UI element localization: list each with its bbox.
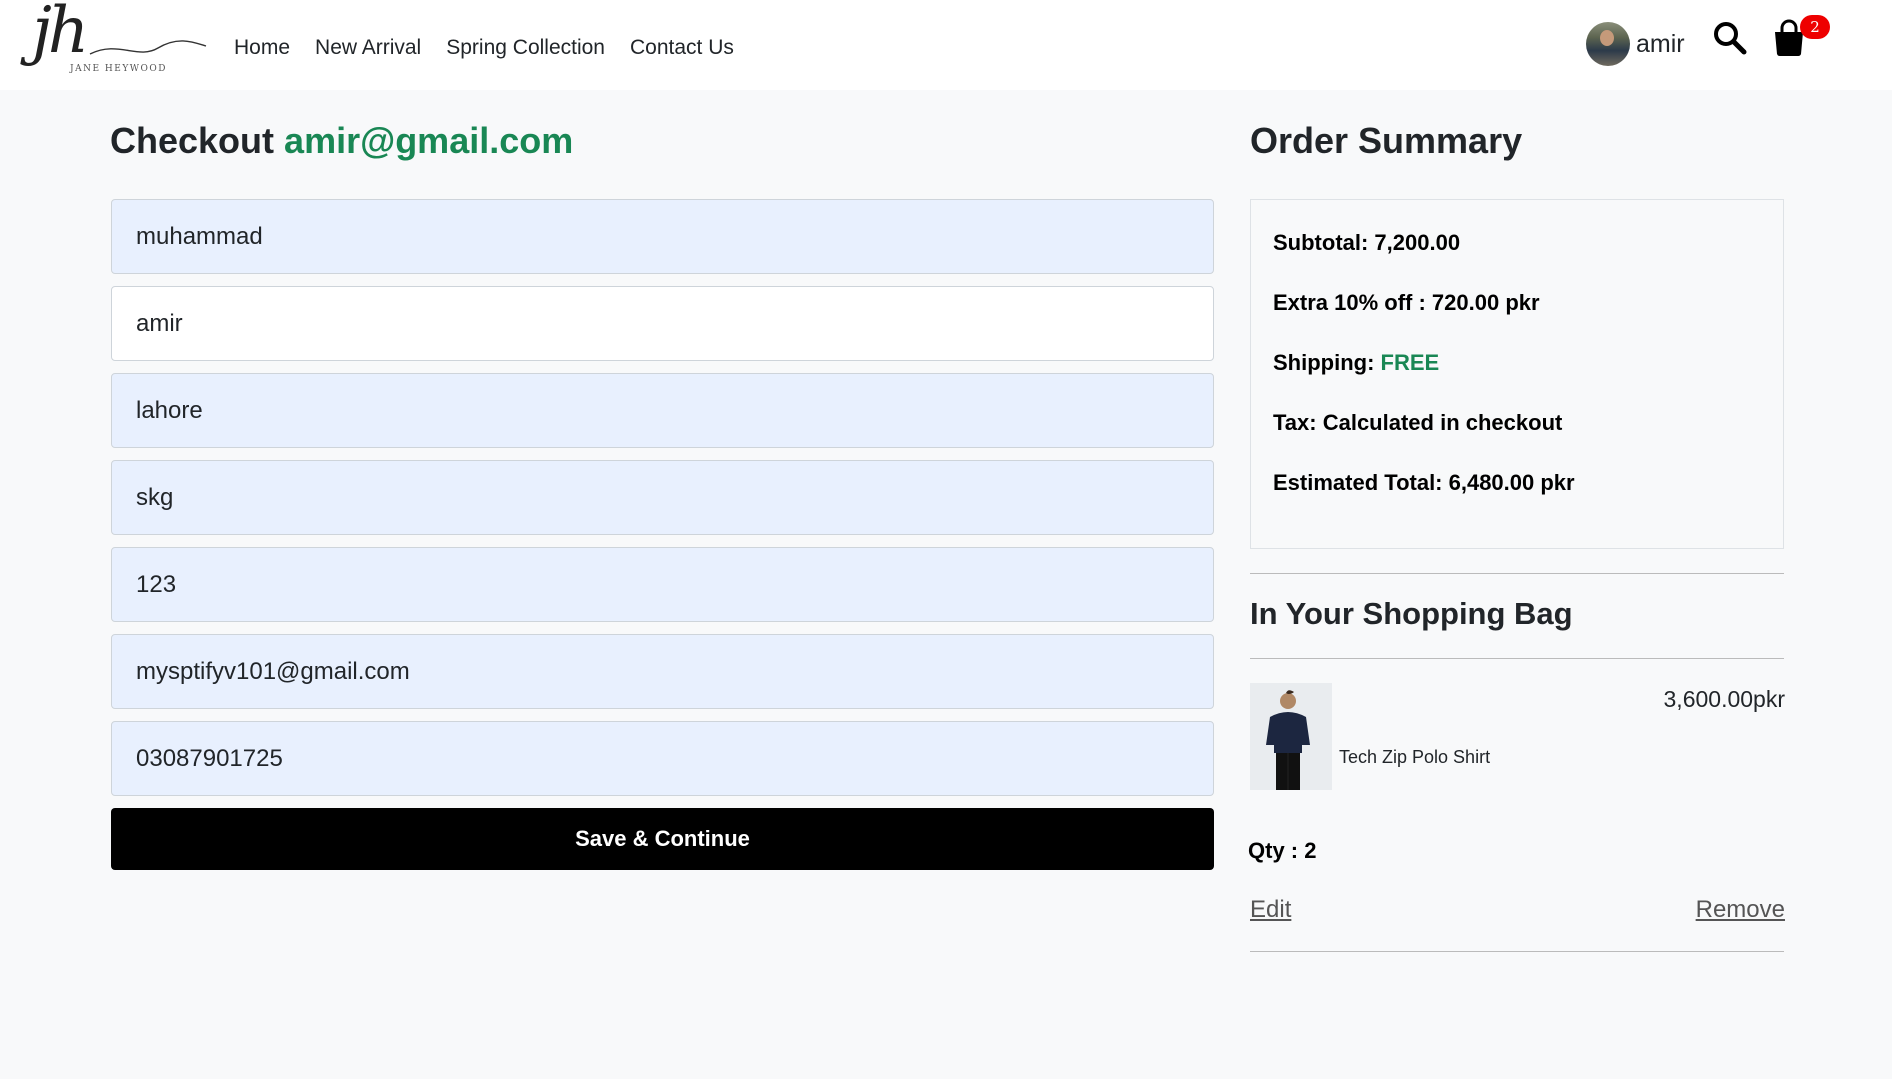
main-nav: Home New Arrival Spring Collection Conta… — [234, 36, 759, 60]
postal-code-field[interactable] — [111, 547, 1214, 622]
nav-home[interactable]: Home — [234, 36, 290, 60]
divider — [1250, 658, 1784, 659]
brand-logo[interactable]: jh JANE HEYWOOD — [28, 0, 207, 84]
nav-new-arrival[interactable]: New Arrival — [315, 36, 421, 60]
city-field[interactable] — [111, 373, 1214, 448]
email-field[interactable] — [111, 634, 1214, 709]
shopping-bag-title: In Your Shopping Bag — [1250, 596, 1573, 631]
address-field[interactable] — [111, 460, 1214, 535]
remove-item-link[interactable]: Remove — [1696, 896, 1785, 924]
cart-count-badge: 2 — [1800, 15, 1830, 39]
logo-swash-icon — [89, 40, 207, 55]
search-icon — [1714, 22, 1747, 55]
checkout-title: Checkout amir@gmail.com — [110, 120, 573, 162]
tax: Tax: Calculated in checkout — [1273, 410, 1563, 435]
avatar — [1586, 22, 1630, 66]
logo-monogram: jh — [32, 0, 89, 68]
nav-spring-collection[interactable]: Spring Collection — [446, 36, 605, 60]
divider — [1250, 951, 1784, 952]
divider — [1250, 573, 1784, 574]
user-menu[interactable]: amir — [1586, 22, 1685, 66]
checkout-email: amir@gmail.com — [284, 120, 574, 161]
checkout-title-label: Checkout — [110, 120, 275, 161]
subtotal: Subtotal: 7,200.00 — [1273, 230, 1461, 255]
product-name: Tech Zip Polo Shirt — [1339, 747, 1491, 767]
shipping: Shipping: FREE — [1273, 350, 1439, 376]
shipping-value: FREE — [1380, 350, 1440, 375]
search-button[interactable] — [1712, 20, 1748, 56]
edit-item-link[interactable]: Edit — [1250, 896, 1291, 924]
save-continue-button[interactable]: Save & Continue — [111, 808, 1214, 870]
logo-subtext: JANE HEYWOOD — [70, 64, 167, 74]
discount: Extra 10% off : 720.00 pkr — [1273, 290, 1540, 315]
order-summary-title: Order Summary — [1250, 120, 1523, 161]
product-quantity: Qty : 2 — [1248, 838, 1317, 863]
estimated-total: Estimated Total: 6,480.00 pkr — [1273, 470, 1575, 495]
nav-contact-us[interactable]: Contact Us — [630, 36, 734, 60]
product-photo — [1250, 683, 1332, 790]
navbar: jh JANE HEYWOOD Home New Arrival Spring … — [0, 0, 1892, 90]
product-image[interactable] — [1250, 683, 1332, 790]
product-price: 3,600.00pkr — [1663, 686, 1785, 712]
first-name-field[interactable] — [111, 199, 1214, 274]
user-name: amir — [1636, 29, 1685, 58]
last-name-field[interactable] — [111, 286, 1214, 361]
order-summary-box: Subtotal: 7,200.00 Extra 10% off : 720.0… — [1250, 199, 1784, 549]
phone-field[interactable] — [111, 721, 1214, 796]
shipping-label: Shipping: — [1273, 350, 1375, 375]
